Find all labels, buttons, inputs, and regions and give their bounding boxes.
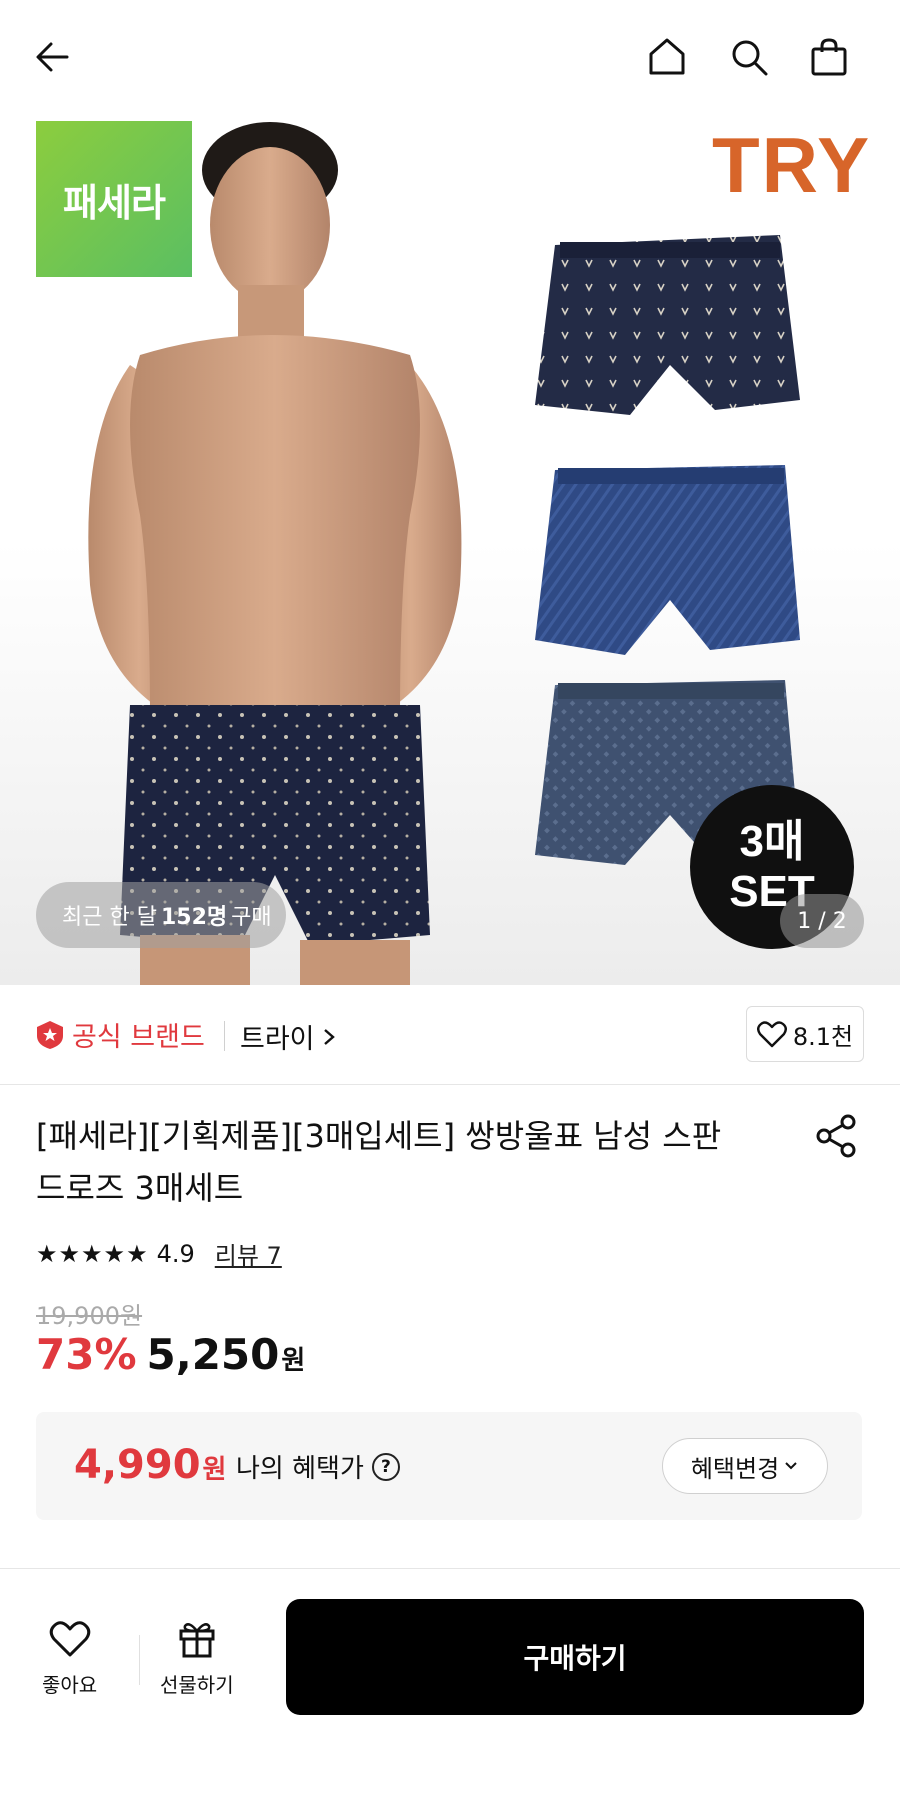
benefit-price: 4,990 원 bbox=[74, 1442, 226, 1488]
like-count: 8.1천 bbox=[792, 1022, 854, 1051]
brand-row: 공식 브랜드 트라이 8.1천 bbox=[0, 985, 900, 1085]
chevron-down-icon bbox=[785, 1462, 797, 1470]
benefit-label: 나의 혜택가 ? bbox=[236, 1448, 400, 1485]
official-brand-badge: 공식 브랜드 bbox=[36, 1015, 205, 1054]
heart-icon bbox=[756, 1021, 787, 1048]
benefit-label-text: 나의 혜택가 bbox=[236, 1454, 364, 1484]
price-currency: 원 bbox=[281, 1346, 306, 1376]
search-icon bbox=[732, 40, 768, 76]
bottom-bar-divider bbox=[139, 1635, 140, 1685]
like-label: 좋아요 bbox=[42, 1673, 98, 1697]
original-price: 19,900원 bbox=[36, 1302, 143, 1330]
back-arrow-icon bbox=[36, 42, 69, 72]
try-logo: TRY bbox=[712, 121, 872, 209]
gift-icon bbox=[179, 1623, 215, 1658]
set-badge-count: 3매 bbox=[739, 817, 805, 866]
image-page-indicator: 1 / 2 bbox=[780, 894, 864, 948]
sale-price: 5,250 bbox=[146, 1330, 280, 1379]
rating-row: ★★★★★ 4.9 리뷰 7 bbox=[36, 1236, 282, 1271]
back-button[interactable] bbox=[26, 30, 80, 84]
buy-count-suffix: 구매 bbox=[231, 905, 272, 930]
home-button[interactable] bbox=[640, 30, 694, 84]
benefit-change-button[interactable]: 혜택변경 bbox=[662, 1438, 828, 1494]
top-navigation bbox=[0, 0, 900, 112]
brand-divider bbox=[224, 1021, 225, 1051]
product-title: [패세라][기획제품][3매입세트] 쌍방울표 남성 스판 드로즈 3매세트 bbox=[36, 1117, 722, 1207]
brand-name: 트라이 bbox=[240, 1024, 315, 1055]
like-button[interactable]: 좋아요 bbox=[42, 1617, 97, 1698]
chevron-right-icon bbox=[323, 1028, 335, 1045]
review-link[interactable]: 리뷰 7 bbox=[215, 1236, 282, 1271]
price-row: 73% 5,250 원 bbox=[36, 1330, 305, 1379]
star-rating-icons: ★★★★★ bbox=[36, 1239, 149, 1268]
official-star-shield-icon bbox=[37, 1020, 63, 1049]
benefit-price-currency: 원 bbox=[202, 1455, 227, 1485]
brief-image-navy bbox=[535, 235, 800, 415]
product-image-carousel[interactable]: 패세라 TRY 3매 SET 최근 한 달 152명 구매 1 / 2 bbox=[0, 0, 900, 985]
benefit-price-value: 4,990 bbox=[74, 1442, 201, 1488]
brand-like-button[interactable]: 8.1천 bbox=[746, 1006, 864, 1062]
gift-button[interactable]: 선물하기 bbox=[160, 1617, 234, 1698]
bottom-action-bar: 좋아요 선물하기 구매하기 bbox=[0, 1568, 900, 1817]
benefit-change-label: 혜택변경 bbox=[690, 1454, 780, 1483]
official-brand-label: 공식 브랜드 bbox=[72, 1022, 205, 1053]
heart-outline-icon bbox=[49, 1621, 90, 1657]
my-benefit-box: 4,990 원 나의 혜택가 ? 혜택변경 bbox=[36, 1412, 862, 1520]
buy-count-number: 152명 bbox=[160, 905, 228, 930]
gift-label: 선물하기 bbox=[160, 1673, 234, 1697]
discount-rate: 73% bbox=[36, 1330, 137, 1379]
shopping-bag-icon bbox=[811, 38, 847, 76]
model-image bbox=[88, 122, 462, 985]
cart-button[interactable] bbox=[802, 30, 856, 84]
brief-image-blue bbox=[535, 465, 800, 655]
share-icon bbox=[816, 1114, 856, 1158]
search-button[interactable] bbox=[722, 30, 776, 84]
share-button[interactable] bbox=[812, 1112, 860, 1160]
brand-link[interactable]: 트라이 bbox=[240, 1017, 337, 1056]
buy-count-prefix: 최근 한 달 bbox=[62, 905, 157, 930]
rating-value: 4.9 bbox=[156, 1239, 195, 1268]
recent-buy-count: 최근 한 달 152명 구매 bbox=[36, 882, 286, 948]
home-icon bbox=[649, 38, 685, 75]
buy-button[interactable]: 구매하기 bbox=[286, 1599, 864, 1715]
help-icon[interactable]: ? bbox=[371, 1452, 400, 1481]
